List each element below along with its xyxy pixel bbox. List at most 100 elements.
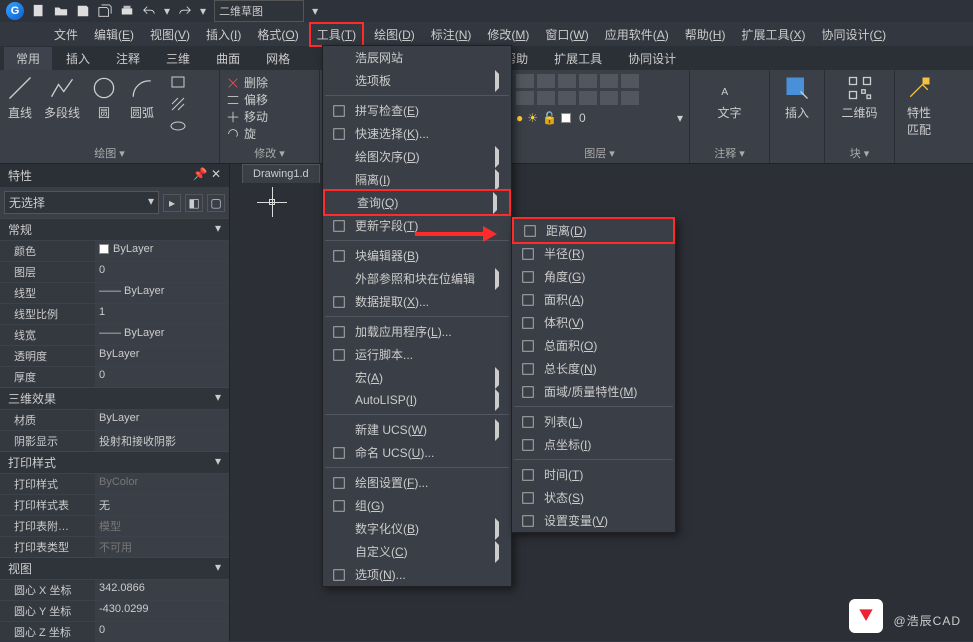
- pin-icon[interactable]: 📌: [193, 167, 208, 181]
- prop-row[interactable]: 材质ByLayer: [0, 409, 229, 430]
- menu-item[interactable]: 加载应用程序(L)...: [323, 320, 511, 343]
- polyline-button[interactable]: 多段线: [44, 74, 80, 134]
- rect-icon[interactable]: [170, 74, 186, 90]
- menu-item[interactable]: 面域/质量特性(M): [512, 380, 675, 403]
- prop-row[interactable]: 线型—— ByLayer: [0, 282, 229, 303]
- menu-item[interactable]: 命名 UCS(U)...: [323, 441, 511, 464]
- prop-section[interactable]: 三维效果▾: [0, 387, 229, 409]
- menu-item[interactable]: 外部参照和块在位编辑: [323, 267, 511, 290]
- workspace-combo[interactable]: 二维草图: [214, 0, 304, 22]
- prop-row[interactable]: 打印样式表无: [0, 494, 229, 515]
- menu-item[interactable]: 设置变量(V): [512, 509, 675, 532]
- text-button[interactable]: A文字: [696, 74, 763, 121]
- tab-0[interactable]: 常用: [4, 47, 52, 70]
- menu-item[interactable]: 状态(S): [512, 486, 675, 509]
- prop-row[interactable]: 圆心 X 坐标342.0866: [0, 579, 229, 600]
- tab-11[interactable]: 扩展工具: [542, 47, 614, 70]
- menu-item[interactable]: AutoLISP(I): [323, 389, 511, 411]
- menu-9[interactable]: 窗口(W): [539, 24, 594, 45]
- prop-row[interactable]: 阴影显示投射和接收阴影: [0, 430, 229, 451]
- tab-2[interactable]: 注释: [104, 47, 152, 70]
- prop-row[interactable]: 打印表附…模型: [0, 515, 229, 536]
- menu-item[interactable]: 总面积(O): [512, 334, 675, 357]
- menu-item[interactable]: 绘图次序(D): [323, 145, 511, 168]
- menu-item[interactable]: 宏(A): [323, 366, 511, 389]
- document-tab[interactable]: Drawing1.d: [242, 164, 320, 183]
- menu-7[interactable]: 标注(N): [425, 24, 478, 45]
- circle-button[interactable]: 圆: [90, 74, 118, 134]
- open-icon[interactable]: [54, 4, 68, 18]
- arc-button[interactable]: 圆弧: [128, 74, 156, 134]
- menu-item[interactable]: 半径(R): [512, 242, 675, 265]
- menu-item[interactable]: 选项板: [323, 69, 511, 92]
- prop-row[interactable]: 颜色ByLayer: [0, 240, 229, 261]
- prop-row[interactable]: 圆心 Z 坐标0: [0, 621, 229, 642]
- menu-item[interactable]: 组(G): [323, 494, 511, 517]
- delete-button[interactable]: 删除: [226, 74, 313, 91]
- chevron-down-icon[interactable]: ▾: [164, 4, 170, 18]
- tab-3[interactable]: 三维: [154, 47, 202, 70]
- menu-item[interactable]: 浩辰网站: [323, 46, 511, 69]
- menu-item[interactable]: 隔离(I): [323, 168, 511, 191]
- lock-icon[interactable]: 🔓: [542, 111, 557, 125]
- quickselect-icon[interactable]: ▸: [163, 194, 181, 212]
- chevron-down-icon[interactable]: ▾: [200, 4, 206, 18]
- new-icon[interactable]: [32, 4, 46, 18]
- menu-4[interactable]: 格式(O): [251, 24, 304, 45]
- menu-item[interactable]: 距离(D): [512, 217, 675, 244]
- menu-item[interactable]: 总长度(N): [512, 357, 675, 380]
- menu-item[interactable]: 角度(G): [512, 265, 675, 288]
- menu-5[interactable]: 工具(T): [309, 22, 364, 47]
- menu-item[interactable]: 自定义(C): [323, 540, 511, 563]
- menu-item[interactable]: 快速选择(K)...: [323, 122, 511, 145]
- save-icon[interactable]: [76, 4, 90, 18]
- menu-item[interactable]: 块编辑器(B): [323, 244, 511, 267]
- menu-8[interactable]: 修改(M): [481, 24, 535, 45]
- selection-combo[interactable]: 无选择 ▾: [4, 191, 159, 214]
- sun-icon[interactable]: ☀: [527, 111, 538, 125]
- menu-item[interactable]: 体积(V): [512, 311, 675, 334]
- prop-section[interactable]: 打印样式▾: [0, 451, 229, 473]
- menu-11[interactable]: 帮助(H): [679, 24, 732, 45]
- layer-grid-icons[interactable]: [516, 74, 683, 105]
- menu-item[interactable]: 查询(Q): [323, 189, 511, 216]
- ellipse-icon[interactable]: [170, 118, 186, 134]
- menu-item[interactable]: 新建 UCS(W): [323, 418, 511, 441]
- selectobj-icon[interactable]: ▢: [207, 194, 225, 212]
- menu-1[interactable]: 编辑(E): [88, 24, 140, 45]
- prop-row[interactable]: 打印样式ByColor: [0, 473, 229, 494]
- menu-13[interactable]: 协同设计(C): [815, 24, 892, 45]
- pickadd-icon[interactable]: ◧: [185, 194, 203, 212]
- layer-combo[interactable]: 0: [579, 111, 586, 125]
- prop-row[interactable]: 透明度ByLayer: [0, 345, 229, 366]
- bulb-icon[interactable]: ●: [516, 111, 523, 125]
- saveall-icon[interactable]: [98, 4, 112, 18]
- menu-item[interactable]: 时间(T): [512, 463, 675, 486]
- chevron-down-icon[interactable]: ▾: [312, 4, 318, 18]
- qrcode-button[interactable]: 二维码: [831, 74, 888, 121]
- menu-2[interactable]: 视图(V): [144, 24, 196, 45]
- layer-color-swatch[interactable]: [561, 113, 571, 123]
- tab-5[interactable]: 网格: [254, 47, 302, 70]
- hatch-icon[interactable]: [170, 96, 186, 112]
- insert-button[interactable]: 插入: [776, 74, 818, 121]
- prop-section[interactable]: 常规▾: [0, 218, 229, 240]
- redo-icon[interactable]: [178, 4, 192, 18]
- menu-item[interactable]: 绘图设置(F)...: [323, 471, 511, 494]
- rotate-button[interactable]: 旋: [226, 125, 313, 142]
- prop-row[interactable]: 圆心 Y 坐标-430.0299: [0, 600, 229, 621]
- menu-item[interactable]: 拼写检查(E): [323, 99, 511, 122]
- prop-row[interactable]: 线型比例1: [0, 303, 229, 324]
- menu-item[interactable]: 数字化仪(B): [323, 517, 511, 540]
- print-icon[interactable]: [120, 4, 134, 18]
- menu-0[interactable]: 文件: [48, 24, 84, 45]
- undo-icon[interactable]: [142, 4, 156, 18]
- menu-item[interactable]: 选项(N)...: [323, 563, 511, 586]
- menu-item[interactable]: 点坐标(I): [512, 433, 675, 456]
- line-button[interactable]: 直线: [6, 74, 34, 134]
- tab-12[interactable]: 协同设计: [616, 47, 688, 70]
- menu-10[interactable]: 应用软件(A): [599, 24, 675, 45]
- menu-3[interactable]: 插入(I): [200, 24, 247, 45]
- menu-item[interactable]: 列表(L): [512, 410, 675, 433]
- prop-section[interactable]: 视图▾: [0, 557, 229, 579]
